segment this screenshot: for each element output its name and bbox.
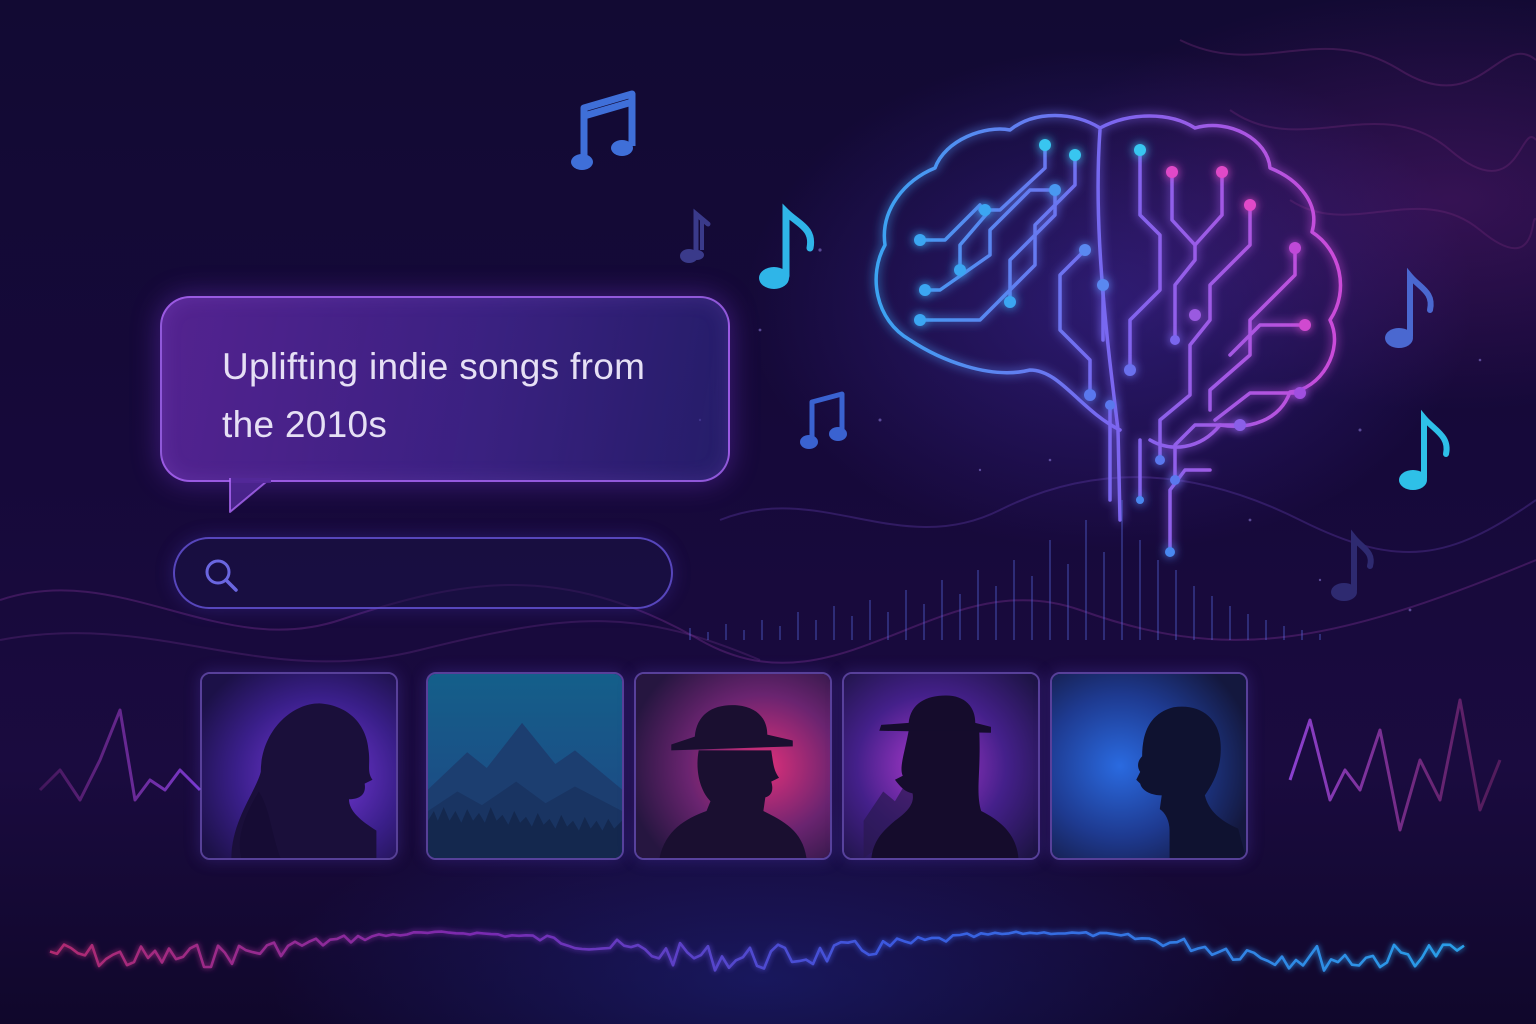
- audio-waveform: [49, 930, 1465, 972]
